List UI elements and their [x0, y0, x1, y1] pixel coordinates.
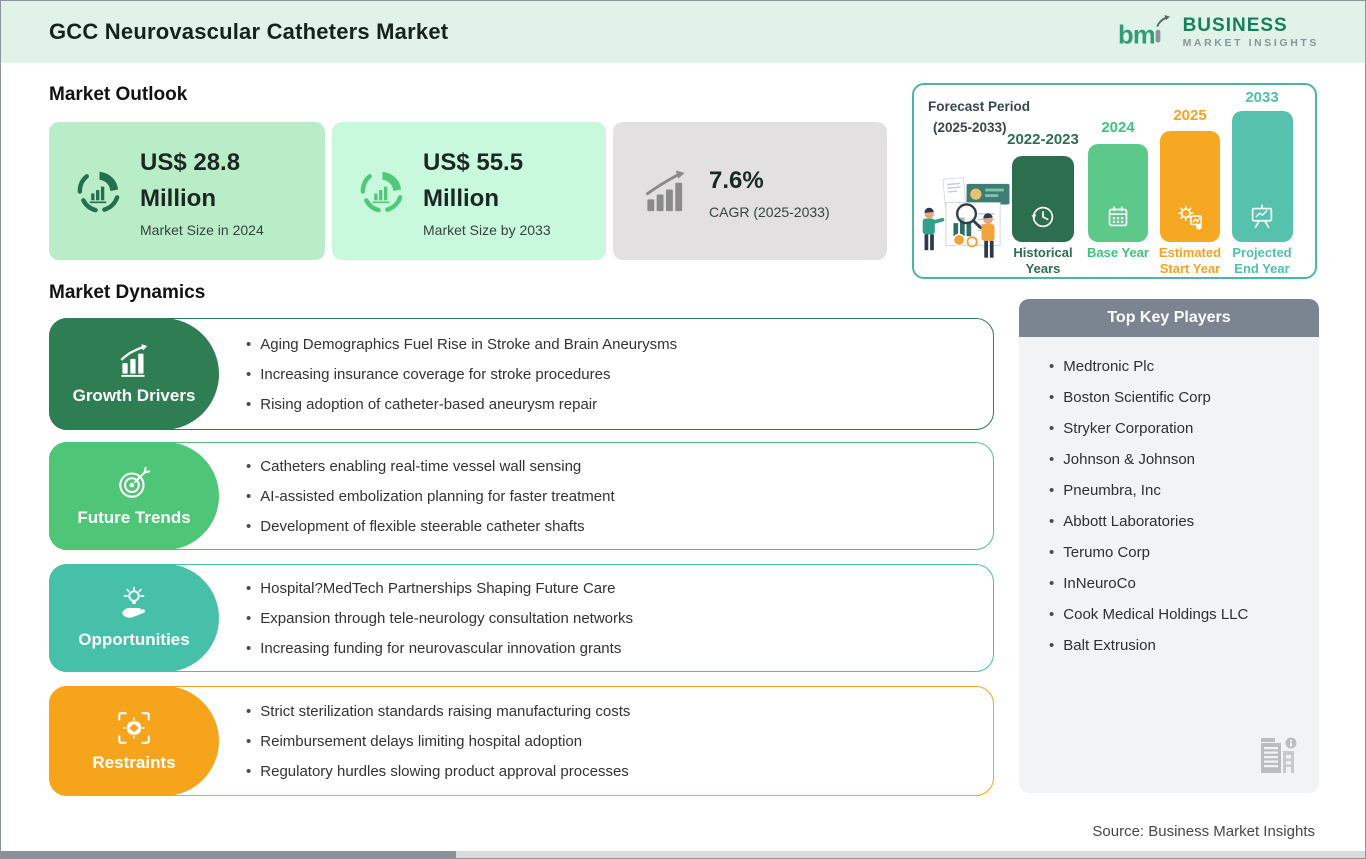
calendar-icon [1108, 206, 1128, 227]
bullet-item: Aging Demographics Fuel Rise in Stroke a… [246, 336, 979, 353]
idea-hand-icon [122, 586, 146, 618]
restraints-label: Restraints [92, 753, 176, 772]
donut-bars-icon [77, 171, 120, 212]
horizontal-scrollbar[interactable] [1, 851, 1365, 858]
stat-card-cagr: 7.6% CAGR (2025-2033) [613, 122, 887, 260]
bar-role-label: Projected End Year [1232, 245, 1292, 276]
list-item: Terumo Corp [1049, 545, 1309, 560]
page-title: GCC Neurovascular Catheters Market [49, 19, 449, 44]
list-item: Stryker Corporation [1049, 421, 1309, 436]
market-dynamics-heading: Market Dynamics [49, 282, 206, 303]
stat-value: US$ 28.8 [140, 148, 241, 176]
bullet-item: Increasing insurance coverage for stroke… [246, 366, 979, 383]
growth-drivers-label: Growth Drivers [72, 386, 196, 405]
stat-label: CAGR (2025-2033) [709, 203, 830, 220]
growth-drivers-pill: Growth Drivers [49, 318, 219, 430]
bullet-item: Reimbursement delays limiting hospital a… [246, 733, 979, 750]
list-item: Boston Scientific Corp [1049, 390, 1309, 405]
growth-drivers-row: Growth Drivers Aging Demographics Fuel R… [49, 318, 994, 430]
stat-value-unit: Million [423, 184, 499, 212]
bullet-item: Increasing funding for neurovascular inn… [246, 640, 979, 657]
bullet-item: AI-assisted embolization planning for fa… [246, 488, 979, 505]
restraints-bullets: Strict sterilization standards raising m… [246, 687, 979, 795]
brand-logo: bm BUSINESS MARKET INSIGHTS [1118, 10, 1319, 56]
scrollbar-thumb[interactable] [1, 851, 456, 858]
forecast-period-panel: Forecast Period (2025-2033) 2022-2023 20… [912, 83, 1317, 279]
top-key-players-heading: Top Key Players [1019, 299, 1319, 337]
restraints-row: Restraints Strict sterilization standard… [49, 686, 994, 796]
future-trends-pill: Future Trends [49, 442, 219, 550]
restraints-pill: Restraints [49, 686, 219, 796]
stat-value-unit: Million [140, 184, 216, 212]
bullet-item: Strict sterilization standards raising m… [246, 703, 979, 720]
bullet-item: Rising adoption of catheter-based aneury… [246, 396, 979, 413]
stat-label: Market Size in 2024 [140, 221, 264, 238]
list-item: Cook Medical Holdings LLC [1049, 607, 1309, 622]
rising-bars-arrow-icon [645, 169, 685, 211]
list-item: Balt Extrusion [1049, 638, 1309, 653]
bmi-logo-icon: bm [1118, 15, 1170, 49]
brand-wordmark: BUSINESS MARKET INSIGHTS [1182, 14, 1319, 51]
growth-drivers-bullets: Aging Demographics Fuel Rise in Stroke a… [246, 319, 979, 429]
stat-text: US$ 28.8 Million Market Size in 2024 [140, 145, 264, 238]
source-note: Source: Business Market Insights [1092, 823, 1315, 840]
market-outlook-heading: Market Outlook [49, 84, 188, 105]
growth-chart-icon [120, 344, 148, 377]
gear-chart-icon [1178, 205, 1202, 230]
opportunities-pill: Opportunities [49, 564, 219, 672]
list-item: Abbott Laboratories [1049, 514, 1309, 529]
list-item: Johnson & Johnson [1049, 452, 1309, 467]
bullet-item: Catheters enabling real-time vessel wall… [246, 458, 979, 475]
future-trends-row: Future Trends Catheters enabling real-ti… [49, 442, 994, 550]
stat-value: 7.6% [709, 166, 764, 194]
opportunities-label: Opportunities [78, 630, 190, 649]
donut-bars-icon [360, 171, 403, 212]
bullet-item: Hospital?MedTech Partnerships Shaping Fu… [246, 580, 979, 597]
opportunities-bullets: Hospital?MedTech Partnerships Shaping Fu… [246, 565, 979, 671]
forecast-title-line1: Forecast Period [928, 99, 1031, 114]
chain-link-icon [118, 712, 150, 744]
bar-year-label: 2025 [1173, 107, 1207, 124]
building-info-icon [1261, 737, 1297, 773]
stat-text: 7.6% CAGR (2025-2033) [709, 163, 830, 220]
bar-year-label: 2033 [1245, 89, 1279, 106]
list-item: Pneumbra, Inc [1049, 483, 1309, 498]
stat-card-2024: US$ 28.8 Million Market Size in 2024 [49, 122, 325, 260]
analysts-illustration [922, 176, 1010, 258]
infographic-page: GCC Neurovascular Catheters Market bm BU… [0, 0, 1366, 859]
target-icon [119, 466, 151, 498]
stat-card-2033: US$ 55.5 Million Market Size by 2033 [332, 122, 606, 260]
key-players-list: Medtronic Plc Boston Scientific Corp Str… [1019, 337, 1319, 653]
clock-history-icon [1031, 206, 1054, 228]
list-item: InNeuroCo [1049, 576, 1309, 591]
bullet-item: Regulatory hurdles slowing product appro… [246, 763, 979, 780]
top-key-players-panel: Top Key Players Medtronic Plc Boston Sci… [1019, 299, 1319, 793]
future-trends-bullets: Catheters enabling real-time vessel wall… [246, 443, 979, 549]
brand-line2: MARKET INSIGHTS [1182, 36, 1319, 49]
presentation-chart-icon [1251, 204, 1273, 229]
list-item: Medtronic Plc [1049, 359, 1309, 374]
bullet-item: Development of flexible steerable cathet… [246, 518, 979, 535]
opportunities-row: Opportunities Hospital?MedTech Partnersh… [49, 564, 994, 672]
brand-line1: BUSINESS [1182, 14, 1288, 36]
stat-text: US$ 55.5 Million Market Size by 2033 [423, 145, 551, 238]
future-trends-label: Future Trends [77, 508, 191, 527]
stat-label: Market Size by 2033 [423, 221, 551, 238]
stat-value: US$ 55.5 [423, 148, 524, 176]
svg-text:bm: bm [1118, 21, 1155, 49]
header: GCC Neurovascular Catheters Market bm BU… [1, 1, 1365, 63]
bullet-item: Expansion through tele-neurology consult… [246, 610, 979, 627]
